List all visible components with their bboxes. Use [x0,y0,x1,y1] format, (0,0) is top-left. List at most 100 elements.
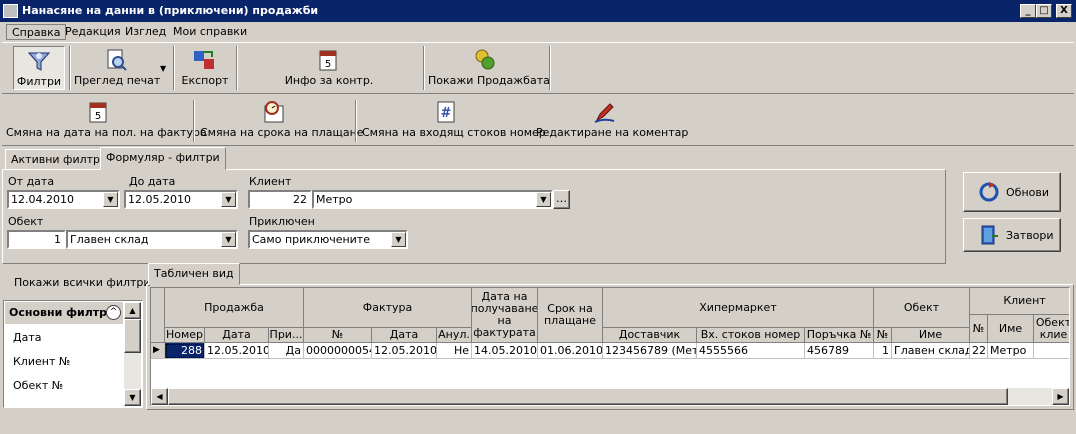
app-icon[interactable] [3,4,18,18]
scroll-left-button[interactable]: ◀ [151,388,168,405]
client-dropdown[interactable]: ▼ [536,192,551,207]
menu-view[interactable]: Изглед [120,24,171,40]
tab-active-filters[interactable]: Активни филтри [5,149,114,170]
col-closed[interactable]: При... [269,328,304,343]
cell-invoice-no[interactable]: 0000000054 [304,343,372,359]
cell-client-no[interactable]: 22 [970,343,988,359]
cell-cancelled[interactable]: Не [437,343,472,359]
scroll-thumb[interactable] [124,319,141,353]
hscroll-thumb[interactable] [168,388,1008,405]
change-invoice-date-label: Смяна на дата на пол. на фактура [6,126,207,139]
refresh-button[interactable]: Обнови [963,172,1061,212]
col-object-name[interactable]: Име [892,328,970,343]
svg-text:5: 5 [325,59,331,70]
maximize-button[interactable]: □ [1036,4,1052,18]
title-bar: Нанасяне на данни в (приключени) продажб… [0,0,1076,22]
change-payment-term-label: Смяна на срока на плащане [200,126,364,139]
edit-comment-button[interactable]: Редактиране на коментар [536,98,689,144]
scroll-up-button[interactable]: ▲ [124,302,141,319]
cell-date[interactable]: 12.05.2010 [205,343,269,359]
col-supplier[interactable]: Доставчик [603,328,697,343]
client-browse-button[interactable]: … [553,190,570,209]
cell-received-date[interactable]: 14.05.2010 [472,343,538,359]
client-id-input[interactable]: 22 [248,190,312,209]
tab-table-view[interactable]: Табличен вид [148,263,240,285]
toolbar-separator [549,46,551,90]
col-received-date[interactable]: Дата на получаване на фактурата [472,288,538,343]
edit-comment-label: Редактиране на коментар [536,126,689,139]
collapse-icon[interactable]: ^ [106,305,121,320]
svg-text:#: # [441,106,452,121]
col-client-no[interactable]: № [970,315,988,343]
from-date-value: 12.04.2010 [11,193,74,206]
closed-select[interactable]: Само приключените [248,230,408,249]
change-invoice-date-button[interactable]: 5 Смяна на дата на пол. на фактура [6,98,207,144]
col-payment-term[interactable]: Срок на плащане [538,288,603,343]
to-date-dropdown[interactable]: ▼ [221,192,236,207]
cell-closed[interactable]: Да [269,343,304,359]
pen-icon [594,103,615,123]
cell-order-number[interactable]: 456789 [805,343,874,359]
cell-payment-term[interactable]: 01.06.2010 [538,343,603,359]
closed-dropdown[interactable]: ▼ [391,232,406,247]
show-sale-button[interactable]: Покажи Продажбата [428,46,550,90]
change-stock-number-label: Смяна на входящ стоков номер [362,126,546,139]
info-control-button[interactable]: 5 Инфо за контр. [282,46,376,90]
change-payment-term-button[interactable]: Смяна на срока на плащане [200,98,364,144]
closed-label: Приключен [249,215,315,228]
col-client-name[interactable]: Име [988,315,1034,343]
filters-button[interactable]: Филтри [13,46,65,90]
toolbar-separator [423,46,425,90]
chevron-down-icon[interactable]: ▼ [160,64,166,73]
refresh-icon [979,182,999,202]
cell-supplier[interactable]: 123456789 (Мет... [603,343,697,359]
filter-item-client-no[interactable]: Клиент № [8,350,70,374]
show-all-filters-link[interactable]: Покажи всички филтри [14,276,151,289]
to-date-label: До дата [129,175,176,188]
clock-calendar-icon [264,101,284,123]
object-dropdown[interactable]: ▼ [221,232,236,247]
cell-client-name[interactable]: Метро [988,343,1034,359]
close-window-button[interactable]: X [1056,4,1072,18]
client-name-select[interactable]: Метро [312,190,553,209]
menu-report[interactable]: Справка [6,24,67,40]
print-preview-button[interactable]: Преглед печат ▼ [74,46,166,90]
minimize-button[interactable]: _ [1020,4,1036,18]
hash-icon: # [437,101,455,123]
filter-item-object-no[interactable]: Обект № [8,374,63,398]
col-number[interactable]: Номер [165,328,205,343]
cell-client-object[interactable] [1034,343,1069,359]
scroll-right-button[interactable]: ▶ [1052,388,1069,405]
col-client-object[interactable]: Обект клие [1034,315,1069,343]
menu-edit[interactable]: Редакция [60,24,126,40]
row-indicator-header [151,288,165,343]
cell-stock-number[interactable]: 4555566 [697,343,805,359]
calendar-icon: 5 [319,50,337,71]
object-id-input[interactable]: 1 [7,230,66,249]
export-button[interactable]: Експорт [178,46,232,90]
group-client: Клиент [970,288,1069,315]
from-date-dropdown[interactable]: ▼ [103,192,118,207]
col-invoice-date[interactable]: Дата [372,328,437,343]
change-stock-number-button[interactable]: # Смяна на входящ стоков номер [362,98,546,144]
toolbar-separator [173,46,175,90]
cell-object-name[interactable]: Главен склад [892,343,970,359]
cell-number[interactable]: 288 [165,343,205,359]
col-invoice-no[interactable]: № [304,328,372,343]
filter-item-date[interactable]: Дата [8,326,41,350]
to-date-value: 12.05.2010 [128,193,191,206]
funnel-icon [27,52,51,71]
tab-form-filters[interactable]: Формуляр - филтри [100,147,226,170]
col-order-number[interactable]: Поръчка № [805,328,874,343]
cell-object-no[interactable]: 1 [874,343,892,359]
col-stock-number[interactable]: Вх. стоков номер [697,328,805,343]
toolbar-separator [69,46,71,90]
scroll-down-button[interactable]: ▼ [124,389,141,406]
object-name-select[interactable]: Главен склад [66,230,238,249]
col-cancelled[interactable]: Анул. [437,328,472,343]
col-object-no[interactable]: № [874,328,892,343]
close-button[interactable]: Затвори [963,218,1061,252]
col-date[interactable]: Дата [205,328,269,343]
cell-invoice-date[interactable]: 12.05.2010 [372,343,437,359]
menu-my-reports[interactable]: Мои справки [168,24,252,40]
